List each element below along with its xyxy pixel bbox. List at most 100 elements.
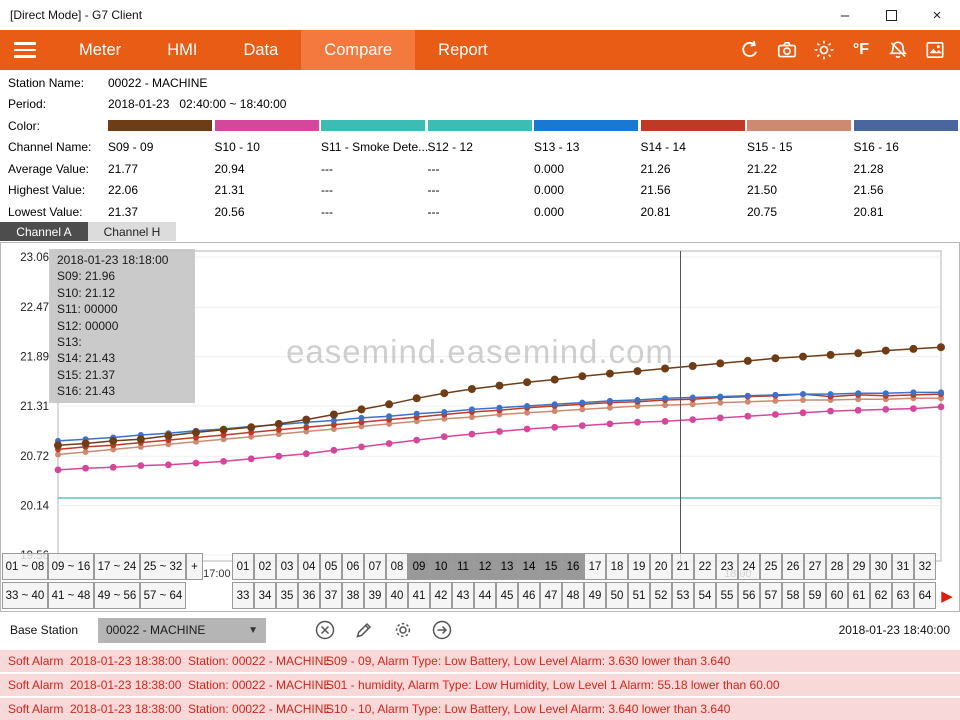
alarm-row[interactable]: Soft Alarm 2018-01-23 18:38:00 Station: 00… [0,674,960,696]
edit-icon[interactable] [353,619,375,641]
channel-button[interactable]: 35 [276,582,298,609]
alarm-row[interactable]: Soft Alarm 2018-01-23 18:38:00 Station: 00… [0,650,960,672]
settings-icon[interactable] [392,619,414,641]
camera-icon[interactable] [772,35,802,65]
channel-button[interactable]: 59 [804,582,826,609]
fahrenheit-toggle[interactable]: °F [846,35,876,65]
channel-button[interactable]: 38 [342,582,364,609]
snapshot-icon[interactable] [920,35,950,65]
channel-button[interactable]: 10 [430,553,452,580]
channel-button[interactable]: 64 [914,582,936,609]
channel-button[interactable]: 26 [782,553,804,580]
channel-button[interactable]: 41 [408,582,430,609]
channel-button[interactable]: 27 [804,553,826,580]
channel-button[interactable]: 44 [474,582,496,609]
channel-button[interactable]: 55 [716,582,738,609]
channel-button[interactable]: 23 [716,553,738,580]
channel-button[interactable]: 45 [496,582,518,609]
channel-button[interactable]: 12 [474,553,496,580]
channel-button[interactable]: 06 [342,553,364,580]
channel-group-button[interactable]: 09 ~ 16 [48,553,94,580]
channel-button[interactable]: 21 [672,553,694,580]
channel-button[interactable]: 22 [694,553,716,580]
channel-group-button[interactable]: 33 ~ 40 [2,582,48,609]
channel-button[interactable]: 39 [364,582,386,609]
channel-button[interactable]: 42 [430,582,452,609]
channel-group-button[interactable]: 57 ~ 64 [140,582,186,609]
channel-button[interactable]: 08 [386,553,408,580]
channel-button[interactable]: 20 [650,553,672,580]
channel-button[interactable]: 58 [782,582,804,609]
channel-button[interactable]: 36 [298,582,320,609]
channel-button[interactable]: 01 [232,553,254,580]
maximize-button[interactable] [868,0,914,30]
channel-button[interactable]: 43 [452,582,474,609]
channel-button[interactable]: 52 [650,582,672,609]
channel-button[interactable]: 24 [738,553,760,580]
alarm-row[interactable]: Soft Alarm 2018-01-23 18:38:00 Station: 00… [0,698,960,720]
channel-button[interactable]: 18 [606,553,628,580]
next-page-arrow[interactable]: ▶ [936,582,958,609]
brightness-icon[interactable] [809,35,839,65]
channel-button[interactable]: 31 [892,553,914,580]
channel-button[interactable]: 03 [276,553,298,580]
refresh-icon[interactable] [735,35,765,65]
channel-button[interactable]: 57 [760,582,782,609]
nav-item-hmi[interactable]: HMI [144,30,220,70]
nav-item-compare[interactable]: Compare [301,30,416,70]
channel-group-button[interactable]: 41 ~ 48 [48,582,94,609]
channel-button[interactable]: 30 [870,553,892,580]
channel-button[interactable]: 47 [540,582,562,609]
channel-button[interactable]: 19 [628,553,650,580]
tab-channel-a[interactable]: Channel A [0,222,88,241]
channel-button[interactable]: 09 [408,553,430,580]
hamburger-menu-icon[interactable] [0,30,56,70]
channel-button[interactable]: 60 [826,582,848,609]
channel-button[interactable]: 17 [584,553,606,580]
alarm-station: Station: 00022 - MACHINE [188,678,332,692]
channel-button[interactable]: 28 [826,553,848,580]
channel-button[interactable]: 16 [562,553,584,580]
channel-button[interactable]: 07 [364,553,386,580]
channel-group-button[interactable]: 01 ~ 08 [2,553,48,580]
expand-button[interactable]: + [186,553,203,580]
channel-button[interactable]: 34 [254,582,276,609]
cancel-icon[interactable] [314,619,336,641]
channel-button[interactable]: 40 [386,582,408,609]
channel-button[interactable]: 37 [320,582,342,609]
channel-button[interactable]: 32 [914,553,936,580]
channel-group-button[interactable]: 49 ~ 56 [94,582,140,609]
alarm-mute-icon[interactable] [883,35,913,65]
channel-button[interactable]: 62 [870,582,892,609]
channel-button[interactable]: 33 [232,582,254,609]
channel-button[interactable]: 02 [254,553,276,580]
channel-button[interactable]: 54 [694,582,716,609]
channel-group-button[interactable]: 25 ~ 32 [140,553,186,580]
go-icon[interactable] [431,619,453,641]
channel-button[interactable]: 49 [584,582,606,609]
tab-channel-h[interactable]: Channel H [88,222,176,241]
minimize-button[interactable]: – [822,0,868,30]
channel-button[interactable]: 11 [452,553,474,580]
channel-button[interactable]: 51 [628,582,650,609]
channel-button[interactable]: 15 [540,553,562,580]
channel-button[interactable]: 48 [562,582,584,609]
channel-button[interactable]: 29 [848,553,870,580]
nav-item-report[interactable]: Report [415,30,511,70]
channel-button[interactable]: 56 [738,582,760,609]
channel-button[interactable]: 25 [760,553,782,580]
channel-button[interactable]: 53 [672,582,694,609]
close-button[interactable]: × [914,0,960,30]
channel-button[interactable]: 61 [848,582,870,609]
channel-button[interactable]: 63 [892,582,914,609]
channel-button[interactable]: 50 [606,582,628,609]
nav-item-meter[interactable]: Meter [56,30,144,70]
channel-button[interactable]: 05 [320,553,342,580]
channel-button[interactable]: 13 [496,553,518,580]
channel-button[interactable]: 04 [298,553,320,580]
channel-button[interactable]: 46 [518,582,540,609]
channel-button[interactable]: 14 [518,553,540,580]
base-station-dropdown[interactable]: 00022 - MACHINE ▼ [98,617,266,643]
nav-item-data[interactable]: Data [220,30,301,70]
channel-group-button[interactable]: 17 ~ 24 [94,553,140,580]
